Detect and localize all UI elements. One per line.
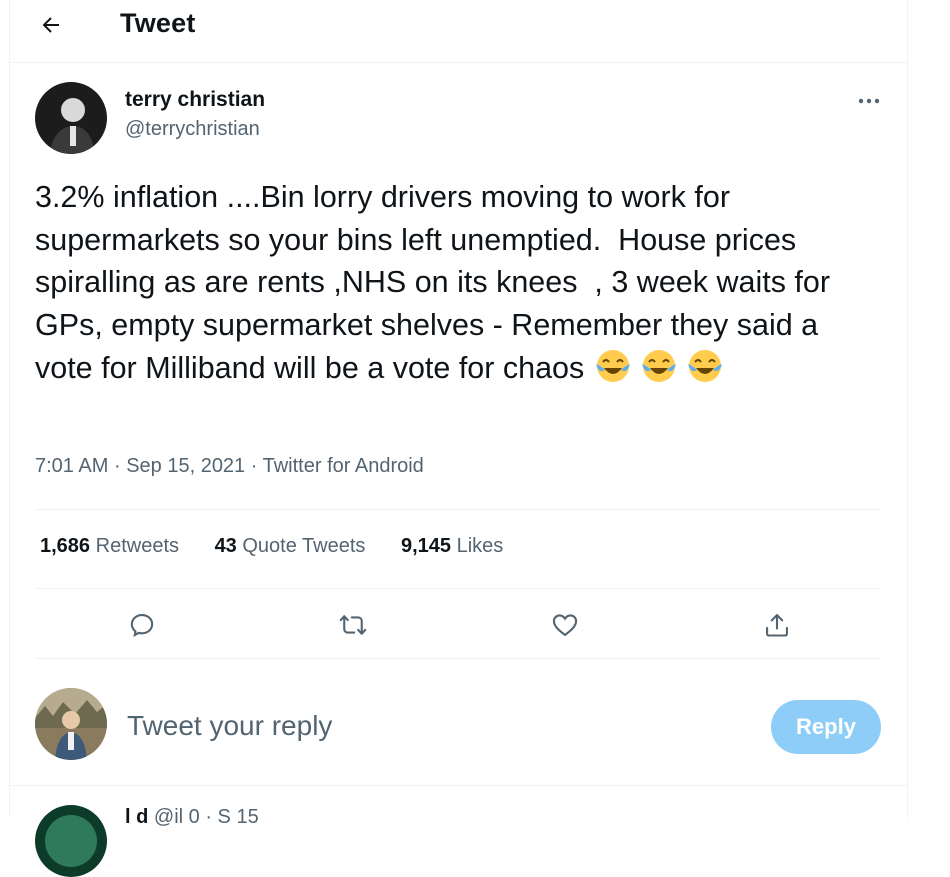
- tweet-source[interactable]: Twitter for Android: [263, 455, 424, 477]
- author-avatar[interactable]: [35, 82, 107, 154]
- tweet-text: 3.2% inflation ....Bin lorry drivers mov…: [35, 176, 880, 390]
- likes-count: 9,145: [400, 535, 452, 557]
- divider: [35, 588, 882, 589]
- laughing-crying-emoji-icon: [595, 350, 630, 382]
- reply-input[interactable]: [127, 706, 747, 746]
- retweet-icon: [339, 615, 367, 635]
- current-user-avatar[interactable]: [35, 688, 107, 760]
- like-button[interactable]: [545, 605, 585, 645]
- reply-button[interactable]: [122, 605, 162, 645]
- author-handle[interactable]: @terrychristian: [125, 118, 260, 141]
- meta-separator: ·: [113, 455, 121, 477]
- tweet-time[interactable]: 7:01 AM: [35, 455, 108, 477]
- laughing-crying-emoji-icon: [641, 350, 676, 382]
- reply-submit-button[interactable]: Reply: [771, 700, 881, 754]
- more-horizontal-icon: [858, 98, 880, 104]
- heart-icon: [552, 614, 578, 637]
- likes-label: Likes: [456, 535, 504, 557]
- quote-tweets-stat[interactable]: 43 Quote Tweets: [215, 535, 366, 557]
- share-icon: [766, 614, 788, 637]
- next-reply-name[interactable]: l d: [125, 806, 148, 828]
- page-header: Tweet: [10, 0, 907, 63]
- more-options-button[interactable]: [852, 88, 886, 114]
- main-column: Tweet terry christian @terrychristian 3.…: [9, 0, 908, 877]
- quote-tweets-label: Quote Tweets: [242, 535, 366, 557]
- divider: [35, 509, 882, 510]
- tweet-stats: 1,686 Retweets 43 Quote Tweets 9,145 Lik…: [40, 535, 533, 558]
- author-display-name[interactable]: terry christian: [125, 88, 265, 112]
- retweets-label: Retweets: [95, 535, 179, 557]
- divider: [10, 785, 907, 786]
- arrow-left-icon: [42, 17, 59, 33]
- likes-stat[interactable]: 9,145 Likes: [401, 535, 503, 557]
- next-reply-avatar[interactable]: [35, 805, 107, 877]
- divider: [35, 658, 882, 659]
- retweets-count: 1,686: [40, 535, 91, 557]
- tweet-meta: 7:01 AM · Sep 15, 2021 · Twitter for And…: [35, 455, 424, 478]
- page-title: Tweet: [120, 8, 196, 38]
- retweets-stat[interactable]: 1,686 Retweets: [40, 535, 179, 557]
- tweet-date[interactable]: Sep 15, 2021: [126, 455, 245, 477]
- next-reply-handle[interactable]: @il 0 · S 15: [154, 806, 259, 828]
- reply-icon: [130, 614, 154, 638]
- meta-separator: ·: [250, 455, 258, 477]
- quote-tweets-count: 43: [214, 535, 237, 557]
- laughing-crying-emoji-icon: [687, 350, 722, 382]
- share-button[interactable]: [757, 605, 797, 645]
- retweet-button[interactable]: [333, 605, 373, 645]
- back-button[interactable]: [34, 8, 68, 42]
